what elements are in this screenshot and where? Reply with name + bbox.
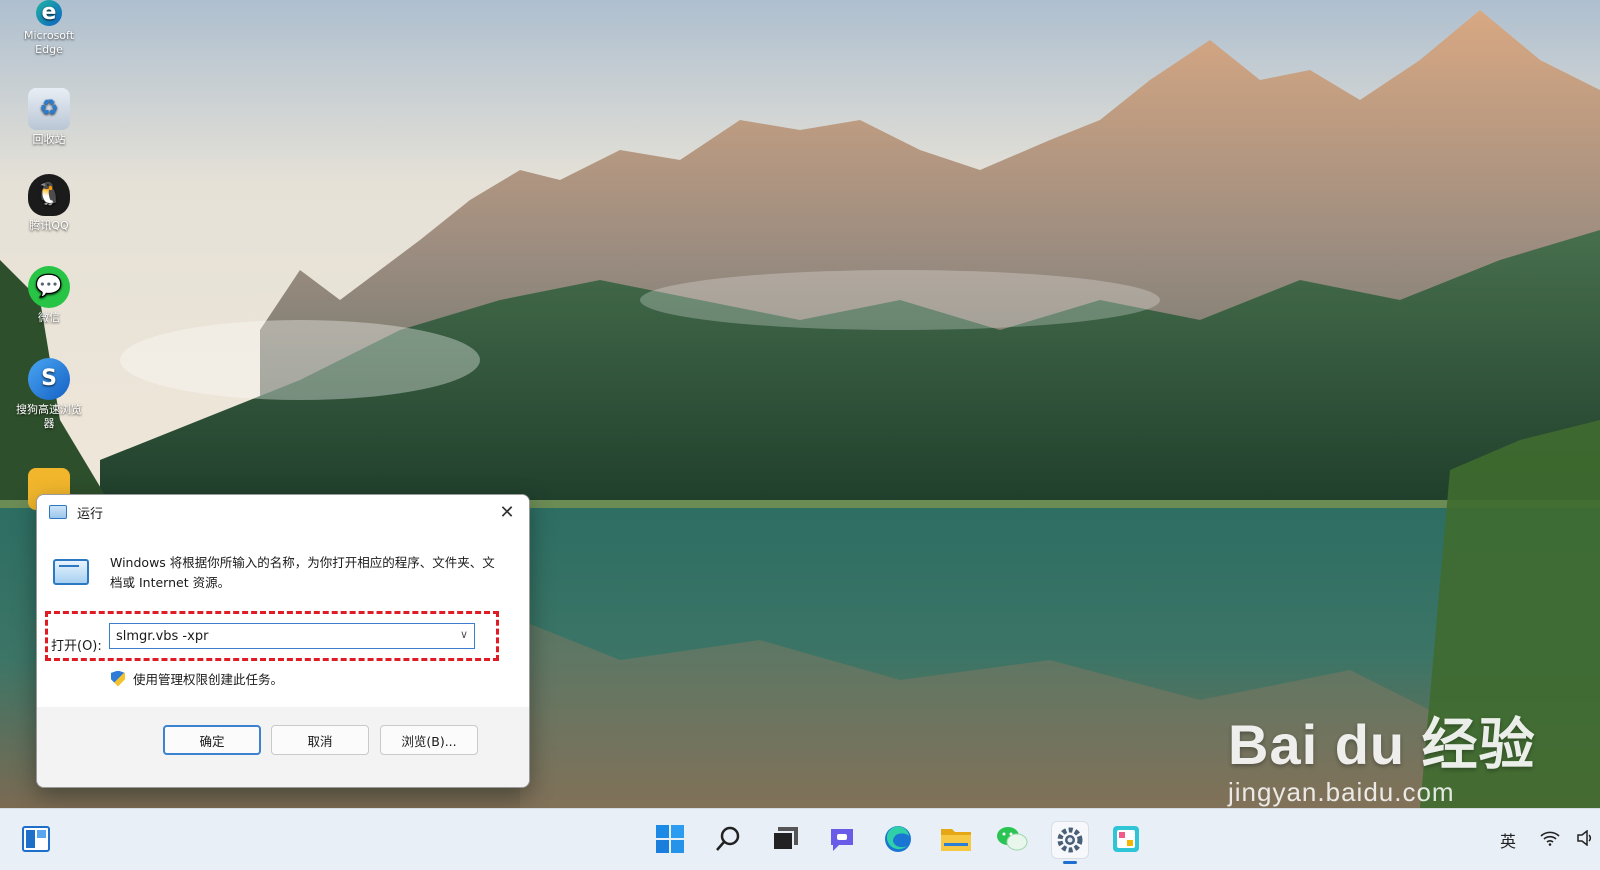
search-button[interactable] (710, 821, 746, 857)
wechat-icon: 💬 (28, 266, 70, 308)
baidu-watermark: Bai du 经验 jingyan.baidu.com (1228, 700, 1536, 808)
paint-taskbar-button[interactable] (1108, 821, 1144, 857)
teams-chat-icon (831, 829, 853, 851)
input-method-indicator[interactable]: 英 (1500, 828, 1516, 852)
admin-note-text: 使用管理权限创建此任务。 (133, 672, 284, 687)
run-icon (49, 505, 67, 519)
desktop-icon-label: 搜狗高速浏览器 (16, 403, 82, 430)
shield-icon (111, 670, 125, 687)
edge-icon: e (36, 0, 62, 26)
run-dialog-titlebar[interactable]: 运行 ✕ (37, 495, 529, 529)
settings-taskbar-button[interactable] (1051, 821, 1089, 864)
wifi-icon[interactable] (1540, 830, 1560, 850)
system-tray: 英 (1500, 809, 1600, 870)
desktop-icon-label: 回收站 (32, 133, 66, 146)
open-input-value[interactable]: slmgr.vbs -xpr (116, 629, 208, 644)
desktop-icon-label: Microsoft Edge (23, 29, 75, 56)
start-button[interactable] (652, 821, 688, 857)
file-explorer-button[interactable] (938, 821, 974, 857)
active-indicator (1063, 861, 1077, 864)
admin-note: 使用管理权限创建此任务。 (111, 669, 283, 688)
close-button[interactable]: ✕ (485, 495, 529, 529)
settings-icon (1057, 827, 1083, 853)
wechat-icon (997, 827, 1028, 851)
edge-taskbar-button[interactable] (880, 821, 916, 857)
sogou-browser-icon: S (28, 358, 70, 400)
widgets-button[interactable] (18, 821, 54, 857)
recycle-bin-icon: ♻ (28, 88, 70, 130)
task-view-button[interactable] (768, 821, 804, 857)
widgets-icon (22, 826, 50, 852)
paint-icon (1113, 826, 1139, 852)
chevron-down-icon[interactable]: ∨ (460, 628, 468, 641)
run-dialog-title: 运行 (77, 506, 104, 522)
run-dialog-footer: 确定 取消 浏览(B)... (37, 707, 529, 787)
watermark-sub: jingyan.baidu.com (1228, 777, 1455, 807)
desktop-icon-label: 微信 (38, 311, 60, 324)
run-description: Windows 将根据你所输入的名称，为你打开相应的程序、文件夹、文档或 Int… (110, 555, 495, 590)
start-icon (656, 825, 684, 853)
close-icon: ✕ (499, 501, 515, 523)
desktop-icon-edge[interactable]: e Microsoft Edge (14, 0, 84, 57)
chat-button[interactable] (824, 821, 860, 857)
qq-icon: 🐧 (28, 174, 70, 216)
file-explorer-icon (941, 829, 971, 851)
ok-button[interactable]: 确定 (163, 725, 261, 755)
watermark-main: Bai du 经验 (1228, 713, 1536, 776)
run-dialog: 运行 ✕ Windows 将根据你所输入的名称，为你打开相应的程序、文件夹、文档… (36, 494, 530, 788)
volume-icon[interactable] (1576, 828, 1594, 850)
run-program-icon (53, 559, 89, 585)
browse-button[interactable]: 浏览(B)... (380, 725, 478, 755)
desktop-icon-sogou-browser[interactable]: S 搜狗高速浏览器 (14, 358, 84, 431)
cancel-button[interactable]: 取消 (271, 725, 369, 755)
taskbar: 英 (0, 808, 1600, 870)
wechat-taskbar-button[interactable] (994, 821, 1030, 857)
run-dialog-body: Windows 将根据你所输入的名称，为你打开相应的程序、文件夹、文档或 Int… (37, 529, 529, 707)
desktop-icon-wechat[interactable]: 💬 微信 (14, 266, 84, 325)
task-view-icon (772, 827, 798, 851)
desktop-icon-recycle-bin[interactable]: ♻ 回收站 (14, 88, 84, 147)
desktop-icon-label: 腾讯QQ (29, 219, 69, 232)
desktop-icon-qq[interactable]: 🐧 腾讯QQ (14, 174, 84, 233)
edge-icon (885, 826, 911, 852)
search-icon (716, 826, 740, 851)
open-label: 打开(O): (51, 639, 102, 654)
open-combobox[interactable]: slmgr.vbs -xpr ∨ (109, 623, 475, 649)
